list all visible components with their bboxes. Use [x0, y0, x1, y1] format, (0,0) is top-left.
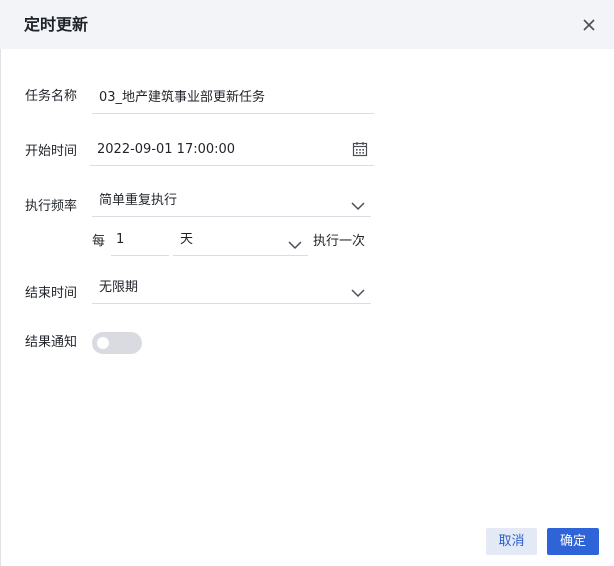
notify-label: 结果通知 — [25, 335, 78, 350]
end-time-value: 无限期 — [99, 280, 139, 295]
chevron-down-icon — [351, 196, 365, 211]
calendar-icon[interactable] — [352, 141, 368, 157]
frequency-select[interactable]: 简单重复执行 — [92, 187, 371, 217]
start-time-label: 开始时间 — [25, 144, 78, 159]
repeat-suffix: 执行一次 — [313, 234, 366, 249]
cancel-button[interactable]: 取消 — [486, 528, 537, 555]
repeat-unit-select[interactable]: 天 — [173, 226, 308, 256]
chevron-down-icon — [288, 235, 302, 250]
task-name-value: 03_地产建筑事业部更新任务 — [99, 90, 266, 105]
toggle-knob — [97, 337, 109, 349]
frequency-value: 简单重复执行 — [99, 193, 178, 208]
task-name-label: 任务名称 — [25, 89, 78, 104]
scheduled-update-dialog: 定时更新 任务名称 03_地产建筑事业部更新任务 开始时间 2022-09-01… — [0, 0, 614, 566]
start-time-input[interactable]: 2022-09-01 17:00:00 — [90, 136, 374, 166]
dialog-title: 定时更新 — [24, 15, 89, 34]
task-name-input[interactable]: 03_地产建筑事业部更新任务 — [92, 84, 374, 114]
repeat-count-input[interactable]: 1 — [111, 226, 169, 256]
dialog-left-border — [0, 0, 1, 566]
start-time-value: 2022-09-01 17:00:00 — [97, 142, 236, 157]
frequency-label: 执行频率 — [25, 199, 78, 214]
end-time-label: 结束时间 — [25, 286, 78, 301]
confirm-button[interactable]: 确定 — [547, 528, 599, 555]
chevron-down-icon — [351, 283, 365, 298]
end-time-select[interactable]: 无限期 — [92, 274, 371, 304]
close-icon[interactable] — [580, 16, 598, 34]
repeat-unit-value: 天 — [180, 232, 194, 247]
repeat-prefix: 每 — [92, 234, 106, 249]
repeat-count-value: 1 — [116, 232, 125, 247]
dialog-header: 定时更新 — [0, 0, 614, 49]
notify-toggle[interactable] — [92, 332, 142, 354]
